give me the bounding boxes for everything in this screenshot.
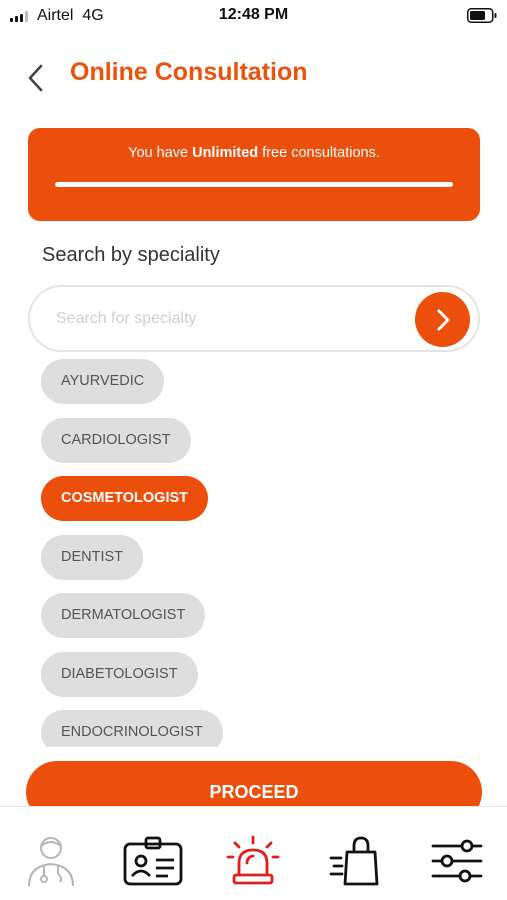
id-card-icon <box>123 836 183 886</box>
speciality-chip-ayurvedic[interactable]: AYURVEDIC <box>41 359 165 404</box>
chevron-left-icon <box>28 64 43 92</box>
search-label: Search by speciality <box>42 244 220 266</box>
tab-emergency[interactable] <box>220 833 286 889</box>
chevron-right-icon <box>437 309 449 330</box>
consultation-progress-bar <box>55 182 453 187</box>
speciality-chip-cosmetologist[interactable]: COSMETOLOGIST <box>41 476 209 521</box>
speciality-chip-dermatologist[interactable]: DERMATOLOGIST <box>41 593 206 638</box>
back-button[interactable] <box>22 62 50 94</box>
shopping-bag-icon <box>329 836 379 886</box>
search-go-button[interactable] <box>415 292 470 347</box>
battery-icon <box>467 8 497 23</box>
consultation-banner: You have Unlimited free consultations. <box>28 128 480 221</box>
speciality-chip-diabetologist[interactable]: DIABETOLOGIST <box>41 651 198 697</box>
speciality-list: AYURVEDIC CARDIOLOGIST COSMETOLOGIST DENTIS… <box>41 359 461 747</box>
tab-id-card[interactable] <box>120 833 186 889</box>
doctor-icon <box>28 837 74 887</box>
banner-text: You have Unlimited free consultations. <box>128 145 380 161</box>
emergency-siren-icon <box>226 835 280 885</box>
search-input[interactable] <box>56 305 396 333</box>
speciality-chip-endocrinologist[interactable]: ENDOCRINOLOGIST <box>41 710 223 747</box>
speciality-chip-dentist[interactable]: DENTIST <box>41 534 144 580</box>
status-bar: Airtel 4G 12:48 PM <box>0 0 507 34</box>
search-box <box>28 285 480 352</box>
bottom-tab-bar <box>0 806 507 900</box>
page-title: Online Consultation <box>70 58 308 86</box>
settings-sliders-icon <box>431 839 483 883</box>
speciality-chip-cardiologist[interactable]: CARDIOLOGIST <box>41 417 191 463</box>
tab-shop[interactable] <box>322 833 388 889</box>
status-time: 12:48 PM <box>218 6 289 23</box>
tab-doctor[interactable] <box>18 833 84 889</box>
consultation-progress-fill <box>55 182 453 187</box>
tab-settings[interactable] <box>424 833 490 889</box>
